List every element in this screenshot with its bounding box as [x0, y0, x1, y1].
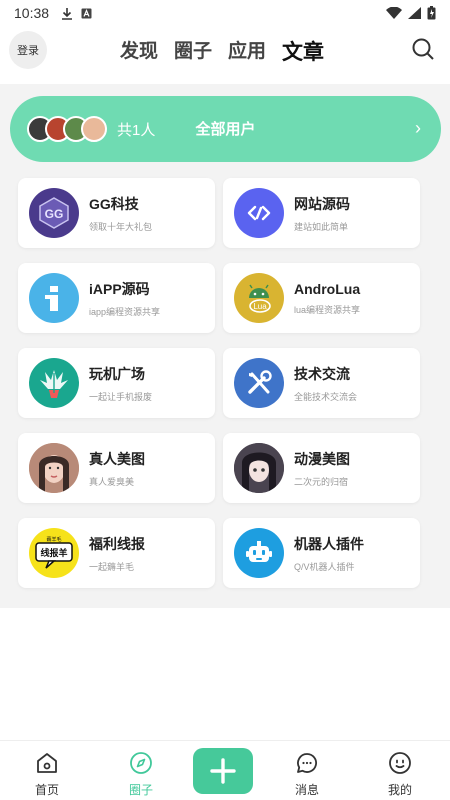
circle-card-iapp[interactable]: iAPP源码 iapp编程资源共享: [18, 263, 215, 333]
nav-label: 消息: [294, 783, 319, 797]
wifi-icon: [386, 7, 402, 19]
search-icon[interactable]: [411, 37, 435, 61]
card-title: 技术交流: [294, 365, 350, 382]
card-desc: 建站如此简单: [294, 221, 349, 232]
card-title: AndroLua: [294, 280, 361, 297]
circle-card-tech-exchange[interactable]: 技术交流 全能技术交流会: [223, 348, 420, 418]
battery-icon: [427, 6, 436, 20]
svg-text:GG: GG: [45, 207, 64, 221]
download-icon: [62, 7, 73, 20]
card-desc: 一起让手机报废: [89, 391, 153, 402]
iapp-icon: [29, 273, 79, 323]
circle-card-gg[interactable]: GG GG科技 领取十年大礼包: [18, 178, 215, 248]
banner-title: 全部用户: [195, 121, 256, 138]
sign-top-text: 薅羊毛: [46, 536, 61, 543]
chevron-right-icon: ›: [415, 118, 421, 138]
card-desc: 真人爱臭美: [89, 476, 135, 487]
tab-articles[interactable]: 文章: [282, 36, 324, 66]
photo-avatar-icon: [29, 443, 79, 493]
svg-text:Lua: Lua: [253, 302, 267, 311]
card-title: 福利线报: [89, 535, 145, 552]
card-desc: lua编程资源共享: [294, 304, 361, 315]
all-users-banner[interactable]: 共1人 全部用户 ›: [10, 96, 441, 162]
status-time: 10:38: [14, 5, 50, 21]
androlua-icon: Lua: [234, 273, 284, 323]
add-post-button[interactable]: [193, 748, 253, 794]
card-title: iAPP源码: [89, 280, 150, 297]
card-title: 机器人插件: [294, 535, 364, 552]
nav-label: 圈子: [128, 783, 153, 797]
message-icon: [297, 753, 317, 773]
nav-item-profile[interactable]: 我的: [360, 741, 440, 800]
nav-item-messages[interactable]: 消息: [267, 741, 347, 800]
tools-icon: [234, 358, 284, 408]
card-title: 网站源码: [294, 195, 350, 212]
content-area: 共1人 全部用户 › GG GG科技 领取十年大礼包 网站源码 建站如此简单 i…: [0, 84, 450, 608]
tab-apps[interactable]: 应用: [228, 36, 266, 66]
card-desc: 全能技术交流会: [294, 391, 358, 402]
card-desc: iapp编程资源共享: [89, 306, 161, 317]
anime-avatar-icon: [234, 443, 284, 493]
nav-item-circles[interactable]: 圈子: [101, 741, 181, 800]
circle-card-website-source[interactable]: 网站源码 建站如此简单: [223, 178, 420, 248]
circle-card-robot-plugins[interactable]: 机器人插件 Q/V机器人插件: [223, 518, 420, 588]
card-title: GG科技: [89, 195, 139, 212]
top-header: 登录 发现 圈子 应用 文章: [0, 26, 450, 82]
card-desc: 一起薅羊毛: [89, 561, 135, 572]
circle-card-phone-plaza[interactable]: 玩机广场 一起让手机报废: [18, 348, 215, 418]
card-title: 玩机广场: [89, 365, 145, 382]
card-desc: 领取十年大礼包: [89, 221, 153, 232]
news-sign-icon: 薅羊毛 线报羊: [29, 528, 79, 578]
circle-card-androlua[interactable]: Lua AndroLua lua编程资源共享: [223, 263, 420, 333]
nav-label: 我的: [387, 783, 412, 797]
tab-discover[interactable]: 发现: [120, 36, 158, 66]
card-title: 动漫美图: [294, 450, 350, 467]
home-icon: [37, 753, 57, 773]
code-link-icon: [234, 188, 284, 238]
robot-icon: [234, 528, 284, 578]
plus-icon: [210, 758, 236, 784]
circle-card-welfare-news[interactable]: 薅羊毛 线报羊 福利线报 一起薅羊毛: [18, 518, 215, 588]
compass-icon: [130, 752, 152, 774]
magisk-icon: [29, 358, 79, 408]
circle-card-anime-photos[interactable]: 动漫美图 二次元的归宿: [223, 433, 420, 503]
signal-icon: [408, 7, 421, 19]
card-desc: 二次元的归宿: [294, 476, 349, 487]
sign-main-text: 线报羊: [40, 547, 67, 559]
login-button[interactable]: 登录: [9, 31, 47, 69]
circle-card-real-photos[interactable]: 真人美图 真人爱臭美: [18, 433, 215, 503]
gg-logo-icon: GG: [29, 188, 79, 238]
card-desc: Q/V机器人插件: [294, 561, 355, 572]
nav-item-home[interactable]: 首页: [7, 741, 87, 800]
nav-label: 首页: [34, 783, 59, 797]
bottom-nav: 首页 圈子 消息 我的: [0, 740, 450, 800]
card-title: 真人美图: [89, 450, 145, 467]
status-bar: 10:38: [0, 0, 450, 26]
profile-icon: [389, 752, 411, 774]
tab-circles[interactable]: 圈子: [174, 36, 212, 66]
font-icon: [81, 8, 92, 18]
top-tabs: 发现 圈子 应用 文章: [120, 36, 324, 66]
